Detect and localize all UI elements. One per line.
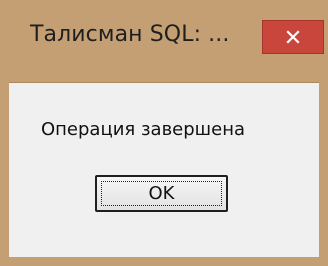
ok-button-label: OK [148, 183, 175, 204]
window-title: Талисман SQL: ... [30, 22, 230, 47]
message-dialog-window: Талисман SQL: ... Операция завершена OK [0, 0, 328, 266]
ok-button[interactable]: OK [95, 175, 228, 212]
close-button[interactable] [262, 20, 324, 54]
dialog-content: Операция завершена OK [9, 82, 319, 257]
message-text: Операция завершена [41, 119, 246, 140]
close-icon [263, 21, 323, 53]
title-bar[interactable]: Талисман SQL: ... [0, 0, 328, 82]
